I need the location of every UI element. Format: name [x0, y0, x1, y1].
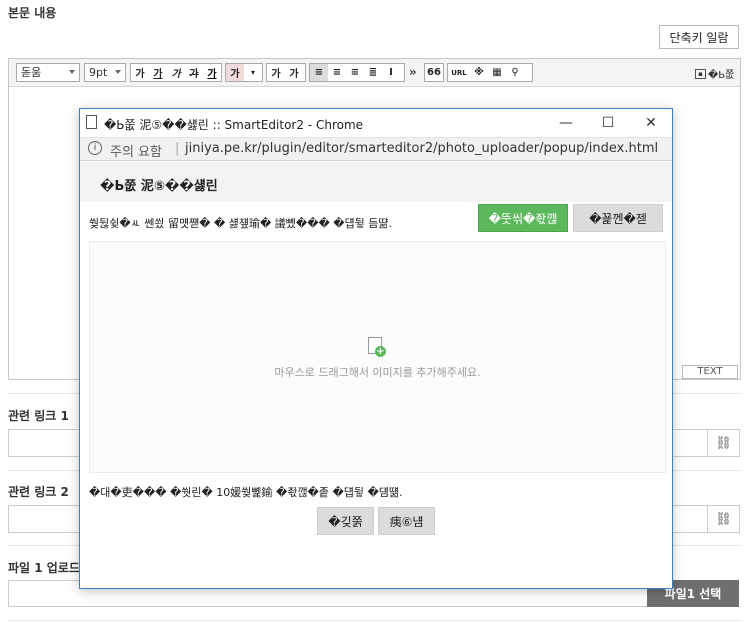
image-icon: ▪: [695, 68, 706, 79]
insert-group: URL ※ ▦ ⚲: [447, 63, 533, 82]
quote-button[interactable]: 66: [425, 64, 443, 81]
align-right-icon[interactable]: ≡: [346, 64, 364, 81]
shortcut-list-button[interactable]: 단축키 일람: [659, 25, 739, 49]
divider: [8, 620, 741, 621]
address-bar[interactable]: i 주의 요함 | jiniya.pe.kr/plugin/editor/sma…: [80, 137, 672, 161]
size-select[interactable]: 9pt: [84, 63, 126, 82]
more-button[interactable]: »: [409, 65, 417, 79]
quote-group: 66: [424, 63, 444, 82]
photo-button[interactable]: ▪ �Ь쭚: [695, 66, 734, 81]
page-icon: [86, 115, 97, 129]
instruction-text: 쒖뒪슂�ㅻ 쎈쑀 留먯쨷� � 섏쟾瑜� 議뼸��� �덉뒿 듬땲.: [89, 217, 393, 230]
add-file-icon: +: [368, 337, 386, 357]
popup-titlebar: �Ь쭚 泥⑤��섏린 :: SmartEditor2 - Chrome — ☐ …: [80, 109, 672, 137]
link1-label: 관련 링크 1: [8, 409, 69, 423]
photo-uploader-popup: �Ь쭚 泥⑤��섏린 :: SmartEditor2 - Chrome — ☐ …: [79, 108, 673, 589]
link2-label: 관련 링크 2: [8, 485, 69, 499]
size-select-value: 9pt: [89, 66, 108, 79]
body-section-title: 본문 내용: [8, 6, 57, 20]
line-height-icon[interactable]: Ⅰ: [382, 64, 400, 81]
italic-button[interactable]: 가: [167, 64, 185, 81]
cancel-button[interactable]: 痍⑥냼: [378, 507, 435, 535]
info-icon[interactable]: i: [88, 141, 102, 155]
link-icon[interactable]: ⛓: [707, 505, 740, 533]
security-warning: 주의 요함: [110, 145, 162, 160]
text-format-group: 가 가 가 가 가: [130, 63, 222, 82]
file1-label: 파일 1 업로드: [8, 561, 80, 575]
align-center-icon[interactable]: ≡: [328, 64, 346, 81]
url-button[interactable]: URL: [448, 64, 470, 81]
close-icon[interactable]: ✕: [637, 109, 665, 137]
align-group: ≡ ≡ ≡ ≣ Ⅰ: [309, 63, 405, 82]
text-mode-tab[interactable]: TEXT: [682, 365, 738, 379]
editor-toolbar: 돋움 9pt 가 가 가 가 가 가 ▾ 가 가 ≡ ≡ ≡ ≣ Ⅰ » 66 …: [9, 59, 740, 87]
search-icon[interactable]: ⚲: [506, 64, 524, 81]
footer-note: �대�吏��� �쒓린� 10媛쒖뼱鍮 �좏깮�좉 �덉뒿 �덈떎.: [89, 486, 403, 499]
plus-icon: +: [375, 346, 386, 357]
align-justify-icon[interactable]: ≣: [364, 64, 382, 81]
delete-all-button[interactable]: �꾩껜�젣: [573, 204, 663, 232]
script-group: 가 가: [266, 63, 306, 82]
drop-zone[interactable]: + 마우스로 드래그해서 이미지를 추가해주세요.: [89, 241, 666, 473]
highlight-dropdown-icon[interactable]: ▾: [244, 64, 262, 81]
table-icon[interactable]: ▦: [488, 64, 506, 81]
minimize-icon[interactable]: —: [552, 109, 580, 137]
chevron-down-icon: [115, 70, 121, 74]
subscript-button[interactable]: 가: [285, 64, 303, 81]
underline-button[interactable]: 가: [149, 64, 167, 81]
font-color-button[interactable]: 가: [203, 64, 221, 81]
special-char-button[interactable]: ※: [470, 64, 488, 81]
superscript-button[interactable]: 가: [267, 64, 285, 81]
address-separator: |: [175, 141, 180, 156]
color-group: 가 ▾: [225, 63, 263, 82]
maximize-icon[interactable]: ☐: [594, 109, 622, 137]
align-left-icon[interactable]: ≡: [310, 64, 328, 81]
link-icon[interactable]: ⛓: [707, 429, 740, 457]
address-url: jiniya.pe.kr/plugin/editor/smarteditor2/…: [185, 141, 659, 156]
drop-hint-text: 마우스로 드래그해서 이미지를 추가해주세요.: [274, 366, 481, 379]
photo-button-label: �Ь쭚: [708, 70, 735, 81]
font-select[interactable]: 돋움: [16, 63, 80, 82]
strikethrough-button[interactable]: 가: [185, 64, 203, 81]
popup-header: �Ь쭚 泥⑤��섏린: [80, 162, 672, 202]
file-select-button[interactable]: �뚯씪�좏깮: [478, 204, 568, 232]
window-title: �Ь쭚 泥⑤��섏린 :: SmartEditor2 - Chrome: [104, 118, 364, 132]
highlight-button[interactable]: 가: [226, 64, 244, 81]
font-select-value: 돋움: [21, 66, 42, 79]
chevron-down-icon: [69, 70, 75, 74]
popup-heading: �Ь쭚 泥⑤��섏린: [100, 179, 218, 194]
confirm-button[interactable]: �깆쭑: [317, 507, 374, 535]
bold-button[interactable]: 가: [131, 64, 149, 81]
